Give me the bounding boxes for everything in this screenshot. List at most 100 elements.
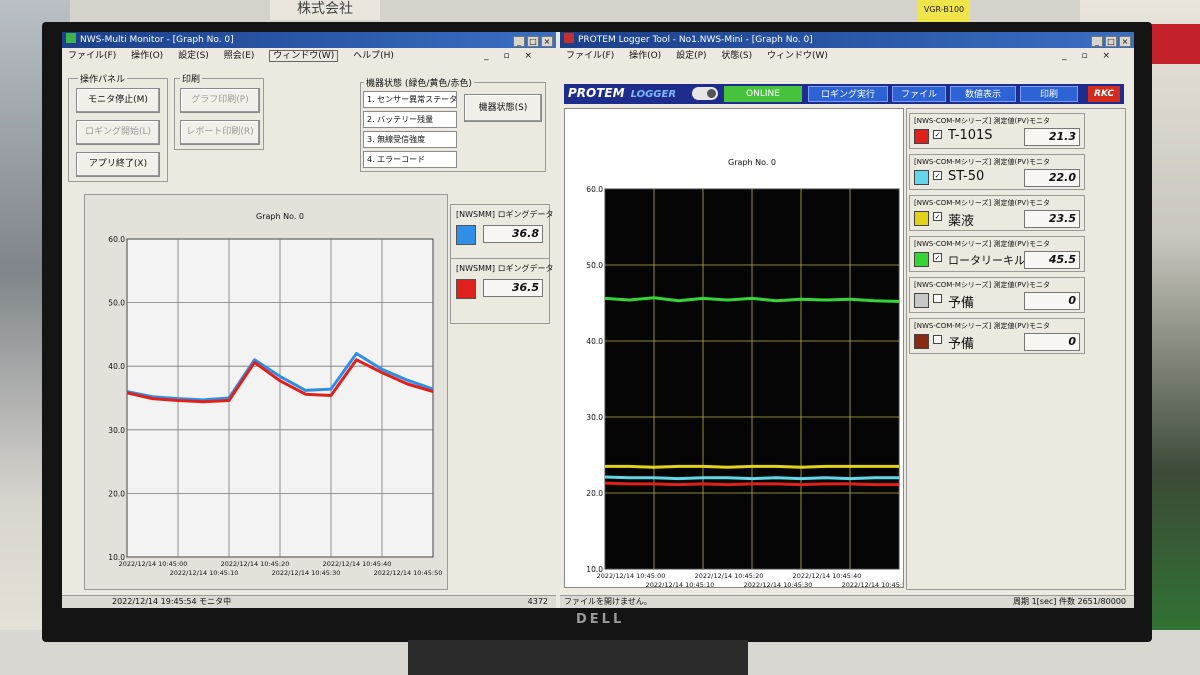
channel-4-value: 45.5 [1024,251,1080,269]
cyan-swatch [914,170,929,185]
y-tick-label: 40.0 [108,362,125,371]
monitor-stand [408,640,748,675]
channel-1-value: 21.3 [1024,128,1080,146]
nws-multi-monitor-window: NWS-Multi Monitor - [Graph No. 0] _ □ × ファ… [62,32,556,608]
menu-settings[interactable]: 設定(P) [676,51,706,61]
menu-operation[interactable]: 操作(O) [131,51,163,61]
channel-1-name: T-101S [948,128,993,143]
protem-logo-sub: LOGGER [630,89,677,100]
x-tick-label: 2022/12/14 10:45:30 [272,569,341,577]
menu-help[interactable]: ヘルプ(H) [353,51,394,61]
channel-2-checkbox[interactable]: ✓ [933,171,942,180]
y-tick-label: 40.0 [586,337,603,346]
close-icon[interactable]: × [1119,36,1131,47]
series-line-3 [604,475,899,481]
channel-2-title: [NWS-COM-Mシリーズ] 測定値(PV)モニタ [914,158,1050,166]
close-icon[interactable]: × [541,36,553,47]
series-line-2 [605,464,899,469]
device-status-button[interactable]: 機器状態(S) [464,94,542,122]
channel-5-name: 予備 [948,296,975,311]
gray-swatch [914,293,929,308]
channel-6-title: [NWS-COM-Mシリーズ] 測定値(PV)モニタ [914,322,1050,330]
protem-logo-main: PROTEM [568,86,625,100]
device-status-label: 機器状態 (緑色/黄色/赤色) [364,76,474,89]
x-tick-label: 2022/12/14 10:45:40 [793,572,862,580]
x-tick-label: 2022/12/14 10:45:40 [323,560,392,568]
maximize-icon[interactable]: □ [1105,36,1117,47]
toggle-knob [707,89,716,98]
app-icon [66,33,76,43]
channel-4-checkbox[interactable]: ✓ [933,253,942,262]
channel-5-checkbox[interactable] [933,294,942,303]
online-toggle[interactable] [692,87,718,100]
minimize-icon[interactable]: _ [1091,36,1103,47]
left-status-bar: 2022/12/14 19:45:54 モニタ中 4372 [62,595,556,608]
menu-operation[interactable]: 操作(O) [629,51,661,61]
channel-3-value: 23.5 [1024,210,1080,228]
channel-6-checkbox[interactable] [933,335,942,344]
menu-settings[interactable]: 設定(S) [178,51,209,61]
stop-monitor-button[interactable]: モニタ停止(M) [76,88,160,113]
chart-title: Graph No. 0 [728,158,776,167]
menu-file[interactable]: ファイル(F) [566,51,614,61]
operation-panel-label: 操作パネル [78,72,128,85]
menu-status[interactable]: 状態(S) [721,51,752,61]
logging-monitor-1-title: [NWSMM] ロギングデータ [456,210,554,219]
menu-file[interactable]: ファイル(F) [68,51,116,61]
print-panel-label: 印刷 [180,72,203,85]
y-tick-label: 50.0 [586,261,603,270]
print-report-button[interactable]: レポート印刷(R) [180,120,260,145]
right-graph-panel: Graph No. 0 60.0 50.0 40.0 30.0 20.0 10.0 2022/… [564,108,910,589]
status-error-code: 4. エラーコード [363,151,457,168]
channel-1-checkbox[interactable]: ✓ [933,130,942,139]
left-menu-bar: ファイル(F) 操作(O) 設定(S) 照会(E) ウィンドウ(W) ヘルプ(H… [62,48,556,65]
backdrop-sign: 株式会社 [270,0,380,20]
protem-toolbar: PROTEM LOGGER ONLINE ロギング実行 ファイル 数値表示 印刷 … [564,84,1124,104]
channel-3-title: [NWS-COM-Mシリーズ] 測定値(PV)モニタ [914,199,1050,207]
channel-4-name: ロータリーキルン [948,254,1036,267]
y-tick-label: 30.0 [586,413,603,422]
menu-window[interactable]: ウィンドウ(W) [767,51,828,61]
x-tick-label: 2022/12/14 10:45:50 [842,581,903,587]
y-tick-label: 50.0 [108,299,125,308]
rkc-logo: RKC [1088,86,1120,102]
channel-5-title: [NWS-COM-Mシリーズ] 測定値(PV)モニタ [914,281,1050,289]
x-tick-label: 2022/12/14 10:45:20 [221,560,290,568]
y-tick-label: 20.0 [108,489,125,498]
x-tick-label: 2022/12/14 10:45:00 [597,572,666,580]
mdi-controls[interactable]: _ ▫ × [484,48,538,65]
left-status-count: 4372 [527,597,548,606]
left-line-chart: Graph No. 060.050.040.030.020.010.02022/… [108,212,442,577]
mdi-controls[interactable]: _ ▫ × [1062,48,1116,65]
maximize-icon[interactable]: □ [527,36,539,47]
run-logging-button[interactable]: ロギング実行 [808,86,888,102]
print-button[interactable]: 印刷 [1020,86,1078,102]
file-button[interactable]: ファイル [892,86,946,102]
menu-window[interactable]: ウィンドウ(W) [269,50,339,62]
online-indicator[interactable]: ONLINE [724,86,802,102]
channel-6-name: 予備 [948,337,975,352]
y-tick-label: 60.0 [586,185,603,194]
channel-1-title: [NWS-COM-Mシリーズ] 測定値(PV)モニタ [914,117,1050,125]
chart-title: Graph No. 0 [256,212,304,221]
print-graph-button[interactable]: グラフ印刷(P) [180,88,260,113]
channel-6: [NWS-COM-Mシリーズ] 測定値(PV)モニタ 予備 0 [909,318,1085,354]
left-status-text: 2022/12/14 19:45:54 モニタ中 [112,597,232,606]
numeric-display-button[interactable]: 数値表示 [950,86,1016,102]
menu-inquiry[interactable]: 照会(E) [224,51,255,61]
logging-monitor-2-value: 36.5 [483,279,543,297]
channel-3-checkbox[interactable]: ✓ [933,212,942,221]
y-tick-label: 30.0 [108,426,125,435]
protem-logger-window: PROTEM Logger Tool - No1.NWS-Mini - [Gra… [560,32,1134,608]
right-menu-bar: ファイル(F) 操作(O) 設定(P) 状態(S) ウィンドウ(W) _ ▫ × [560,48,1134,65]
right-status-bar: ファイルを開けません。 周期 1[sec] 件数 2651/80000 [560,595,1134,608]
screen: NWS-Multi Monitor - [Graph No. 0] _ □ × ファ… [62,32,1134,608]
right-title-bar: PROTEM Logger Tool - No1.NWS-Mini - [Gra… [560,32,1134,48]
channel-5-value: 0 [1024,292,1080,310]
start-logging-button[interactable]: ロギング開始(L) [76,120,160,145]
minimize-icon[interactable]: _ [513,36,525,47]
left-window-title: NWS-Multi Monitor - [Graph No. 0] [80,35,234,45]
logging-monitor-2: [NWSMM] ロギングデータ 36.5 [450,258,554,324]
channel-panel: [NWS-COM-Mシリーズ] 測定値(PV)モニタ ✓ T-101S 21.3… [906,108,1126,590]
exit-app-button[interactable]: アプリ終了(X) [76,152,160,177]
